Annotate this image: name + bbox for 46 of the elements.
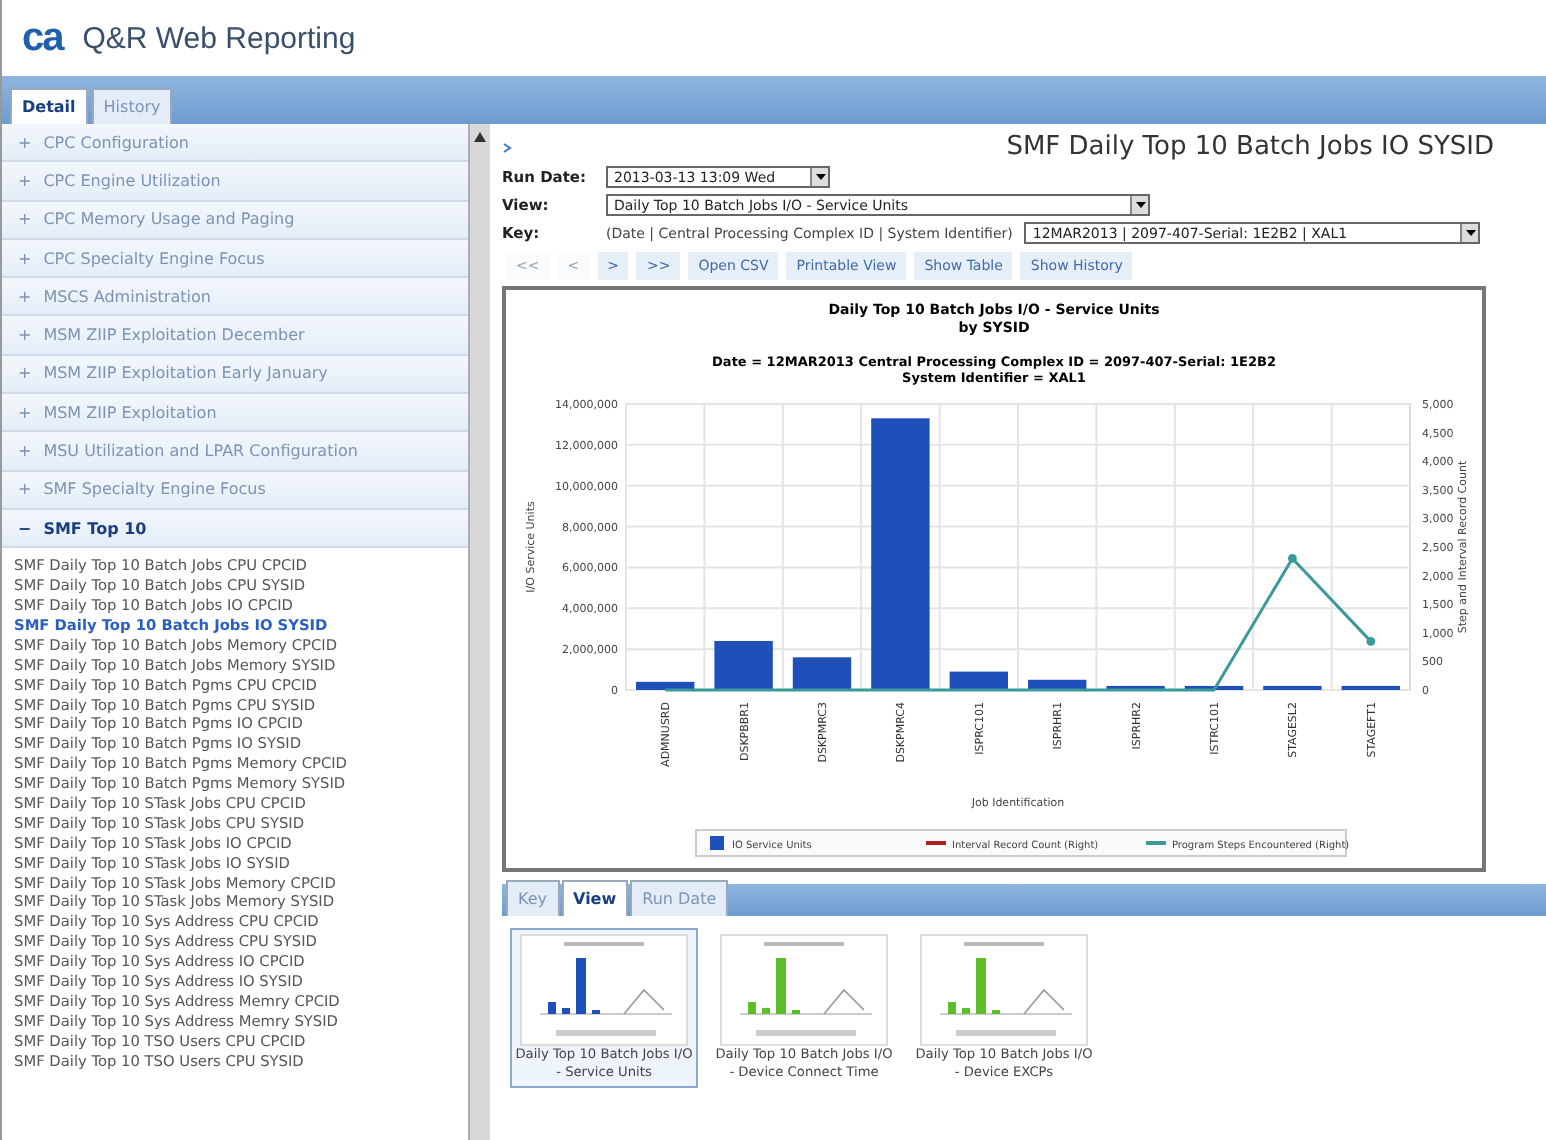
bar: [1106, 685, 1165, 690]
expand-marker: +: [18, 326, 32, 345]
report-title: SMF Daily Top 10 Batch Jobs IO SYSID: [1006, 132, 1496, 162]
expand-marker: +: [18, 171, 32, 190]
collapse-icon[interactable]: [474, 132, 486, 142]
expand-icon[interactable]: [502, 141, 514, 153]
group-label: MSM ZIIP Exploitation December: [43, 326, 305, 345]
line-point: [1366, 637, 1376, 646]
caret-icon: [1460, 224, 1479, 242]
legend-line: [926, 841, 946, 845]
group-label: CPC Memory Usage and Paging: [43, 210, 295, 229]
group-label: MSM ZIIP Exploitation: [43, 403, 217, 422]
expand-marker: −: [18, 519, 32, 538]
expand-marker: +: [18, 249, 32, 268]
caret-icon: [1130, 196, 1148, 214]
legend-line: [1146, 841, 1166, 845]
bar: [636, 681, 695, 690]
group-label: SMF Specialty Engine Focus: [43, 480, 266, 499]
group-label: SMF Top 10: [43, 519, 147, 538]
line-point: [1288, 554, 1297, 563]
group-label: MSM ZIIP Exploitation Early January: [43, 364, 328, 383]
group-label: CPC Specialty Engine Focus: [43, 249, 265, 268]
bar: [1341, 685, 1400, 690]
group-label: CPC Engine Utilization: [43, 171, 221, 190]
expand-marker: +: [18, 403, 32, 422]
expand-marker: +: [18, 287, 32, 306]
group-label: CPC Configuration: [43, 133, 189, 152]
legend-swatch: [710, 836, 724, 850]
bar: [1184, 685, 1244, 690]
group-label: MSU Utilization and LPAR Configuration: [43, 442, 358, 461]
bar: [1263, 685, 1322, 690]
app-title: Q&R Web Reporting: [82, 21, 356, 55]
expand-marker: +: [18, 364, 32, 383]
group-label: MSCS Administration: [43, 287, 211, 306]
caret-icon: [810, 168, 828, 186]
company-logo: ca: [22, 15, 63, 61]
tab[interactable]: View: [561, 880, 629, 916]
expand-marker: +: [18, 133, 32, 152]
sidebar-group[interactable]: − SMF Top 10: [2, 509, 468, 549]
expand-marker: +: [18, 210, 32, 229]
tab[interactable]: Detail: [10, 88, 88, 124]
expand-marker: +: [18, 480, 32, 499]
bar: [792, 657, 852, 690]
expand-marker: +: [18, 442, 32, 461]
bar: [1028, 679, 1087, 690]
bar: [714, 640, 773, 690]
